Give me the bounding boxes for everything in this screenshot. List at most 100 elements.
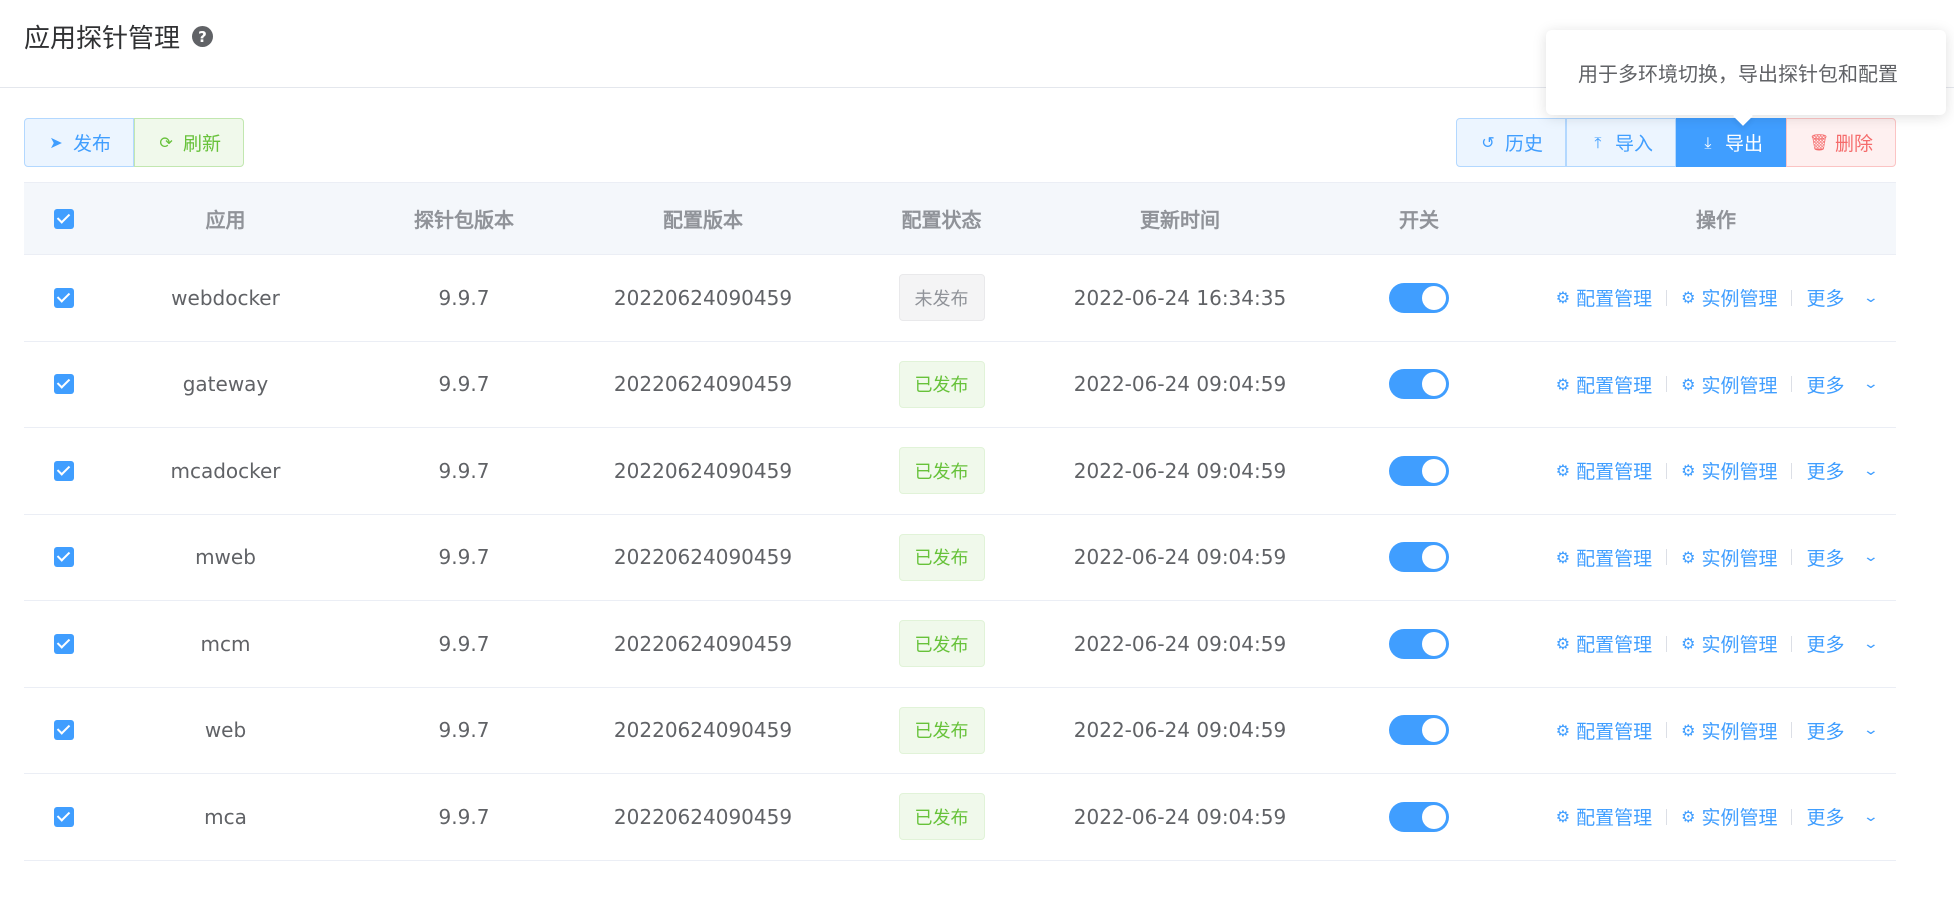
history-button[interactable]: ↺ 历史 xyxy=(1455,118,1566,167)
gear-icon: ⚙ xyxy=(1555,288,1571,308)
row-checkbox[interactable] xyxy=(54,287,74,308)
gear-icon: ⚙ xyxy=(1681,288,1696,308)
instance-manage-link[interactable]: ⚙ 实例管理 xyxy=(1681,457,1777,484)
instance-manage-link[interactable]: ⚙ 实例管理 xyxy=(1681,544,1777,571)
header-ops: 操作 xyxy=(1696,208,1736,232)
divider xyxy=(1791,376,1793,393)
enable-switch[interactable] xyxy=(1389,282,1449,313)
row-checkbox[interactable] xyxy=(54,547,74,568)
status-badge: 已发布 xyxy=(898,533,985,581)
refresh-button[interactable]: ⟳ 刷新 xyxy=(134,118,245,167)
divider xyxy=(1791,462,1793,479)
more-dropdown[interactable]: 更多 ⌄ xyxy=(1806,457,1878,484)
export-label: 导出 xyxy=(1724,133,1763,155)
config-manage-link[interactable]: ⚙ 配置管理 xyxy=(1556,803,1652,830)
page-title: 应用探针管理 ? xyxy=(24,18,214,55)
more-dropdown[interactable]: 更多 ⌄ xyxy=(1806,717,1878,744)
instance-manage-link[interactable]: ⚙ 实例管理 xyxy=(1681,803,1777,830)
row-check-cell xyxy=(24,374,104,395)
delete-button[interactable]: 🗑 删除 xyxy=(1785,118,1896,167)
enable-switch[interactable] xyxy=(1389,369,1449,400)
gear-icon: ⚙ xyxy=(1681,720,1696,740)
config-version: 20220624090459 xyxy=(613,285,793,310)
table-row: mweb 9.9.7 20220624090459 已发布 2022-06-24… xyxy=(24,515,1896,601)
ops-cell: ⚙ 配置管理 ⚙ 实例管理 更多 ⌄ xyxy=(1536,544,1896,571)
instance-manage-link[interactable]: ⚙ 实例管理 xyxy=(1681,717,1777,744)
divider xyxy=(1791,722,1793,739)
export-button[interactable]: ⤓ 导出 xyxy=(1675,118,1786,167)
config-manage-link[interactable]: ⚙ 配置管理 xyxy=(1556,717,1652,744)
select-all-checkbox[interactable] xyxy=(54,208,74,229)
config-version: 20220624090459 xyxy=(613,545,793,570)
table-body: webdocker 9.9.7 20220624090459 未发布 2022-… xyxy=(24,255,1896,861)
instance-manage-label: 实例管理 xyxy=(1701,807,1778,830)
more-dropdown[interactable]: 更多 ⌄ xyxy=(1806,630,1879,657)
enable-switch[interactable] xyxy=(1389,801,1449,832)
enable-switch[interactable] xyxy=(1389,542,1449,573)
config-manage-label: 配置管理 xyxy=(1576,634,1653,657)
publish-label: 发布 xyxy=(73,133,112,155)
config-version: 20220624090459 xyxy=(613,631,793,656)
upload-icon: ⤒ xyxy=(1594,132,1602,152)
instance-manage-link[interactable]: ⚙ 实例管理 xyxy=(1681,371,1777,398)
update-time: 2022-06-24 09:04:59 xyxy=(1073,545,1287,570)
more-dropdown[interactable]: 更多 ⌄ xyxy=(1806,371,1878,398)
config-manage-link[interactable]: ⚙ 配置管理 xyxy=(1556,544,1652,571)
row-checkbox[interactable] xyxy=(54,374,74,395)
status-cell: 已发布 xyxy=(825,793,1058,841)
update-time: 2022-06-24 09:04:59 xyxy=(1073,372,1287,397)
divider xyxy=(1666,376,1668,393)
config-manage-link[interactable]: ⚙ 配置管理 xyxy=(1556,630,1652,657)
enable-switch[interactable] xyxy=(1389,715,1449,746)
ops-group: ⚙ 配置管理 ⚙ 实例管理 更多 ⌄ xyxy=(1556,717,1879,744)
row-checkbox[interactable] xyxy=(54,460,74,481)
gear-icon: ⚙ xyxy=(1555,461,1571,481)
status-badge: 已发布 xyxy=(898,620,985,668)
enable-switch[interactable] xyxy=(1389,628,1449,659)
help-icon[interactable]: ? xyxy=(192,26,214,47)
probe-version: 9.9.7 xyxy=(438,718,490,743)
import-button[interactable]: ⤒ 导入 xyxy=(1565,118,1676,167)
instance-manage-link[interactable]: ⚙ 实例管理 xyxy=(1681,284,1777,311)
config-version: 20220624090459 xyxy=(613,458,793,483)
history-label: 历史 xyxy=(1504,133,1543,155)
instance-manage-link[interactable]: ⚙ 实例管理 xyxy=(1681,630,1777,657)
enable-switch[interactable] xyxy=(1389,455,1449,486)
config-manage-link[interactable]: ⚙ 配置管理 xyxy=(1556,457,1652,484)
row-checkbox[interactable] xyxy=(54,806,74,827)
row-check-cell xyxy=(24,547,104,568)
divider xyxy=(1666,462,1668,479)
switch-cell xyxy=(1302,369,1536,400)
config-manage-label: 配置管理 xyxy=(1576,288,1653,311)
row-checkbox[interactable] xyxy=(54,633,74,654)
more-label: 更多 xyxy=(1806,807,1845,830)
publish-button[interactable]: ➤ 发布 xyxy=(24,118,135,167)
chevron-down-icon: ⌄ xyxy=(1862,549,1879,566)
more-label: 更多 xyxy=(1806,461,1845,484)
table-row: mca 9.9.7 20220624090459 已发布 2022-06-24 … xyxy=(24,774,1896,861)
update-time: 2022-06-24 09:04:59 xyxy=(1073,718,1287,743)
more-dropdown[interactable]: 更多 ⌄ xyxy=(1806,544,1879,571)
header-app: 应用 xyxy=(205,208,246,232)
ops-cell: ⚙ 配置管理 ⚙ 实例管理 更多 ⌄ xyxy=(1536,457,1896,484)
more-dropdown[interactable]: 更多 ⌄ xyxy=(1806,803,1878,830)
status-cell: 已发布 xyxy=(825,360,1058,408)
config-manage-link[interactable]: ⚙ 配置管理 xyxy=(1556,284,1652,311)
probe-version: 9.9.7 xyxy=(438,285,490,310)
switch-cell xyxy=(1302,715,1536,746)
instance-manage-label: 实例管理 xyxy=(1701,634,1778,657)
config-manage-link[interactable]: ⚙ 配置管理 xyxy=(1556,371,1652,398)
config-manage-label: 配置管理 xyxy=(1576,547,1653,570)
switch-cell xyxy=(1302,542,1536,573)
status-cell: 已发布 xyxy=(825,447,1058,495)
more-dropdown[interactable]: 更多 ⌄ xyxy=(1806,284,1879,311)
row-check-cell xyxy=(24,806,104,827)
probe-version: 9.9.7 xyxy=(438,545,490,570)
chevron-down-icon: ⌄ xyxy=(1862,289,1879,306)
app-name: mcm xyxy=(200,631,251,656)
row-checkbox[interactable] xyxy=(54,720,74,741)
app-name: mweb xyxy=(195,545,256,570)
chevron-down-icon: ⌄ xyxy=(1862,635,1879,652)
switch-cell xyxy=(1302,801,1536,832)
divider xyxy=(1791,289,1793,306)
